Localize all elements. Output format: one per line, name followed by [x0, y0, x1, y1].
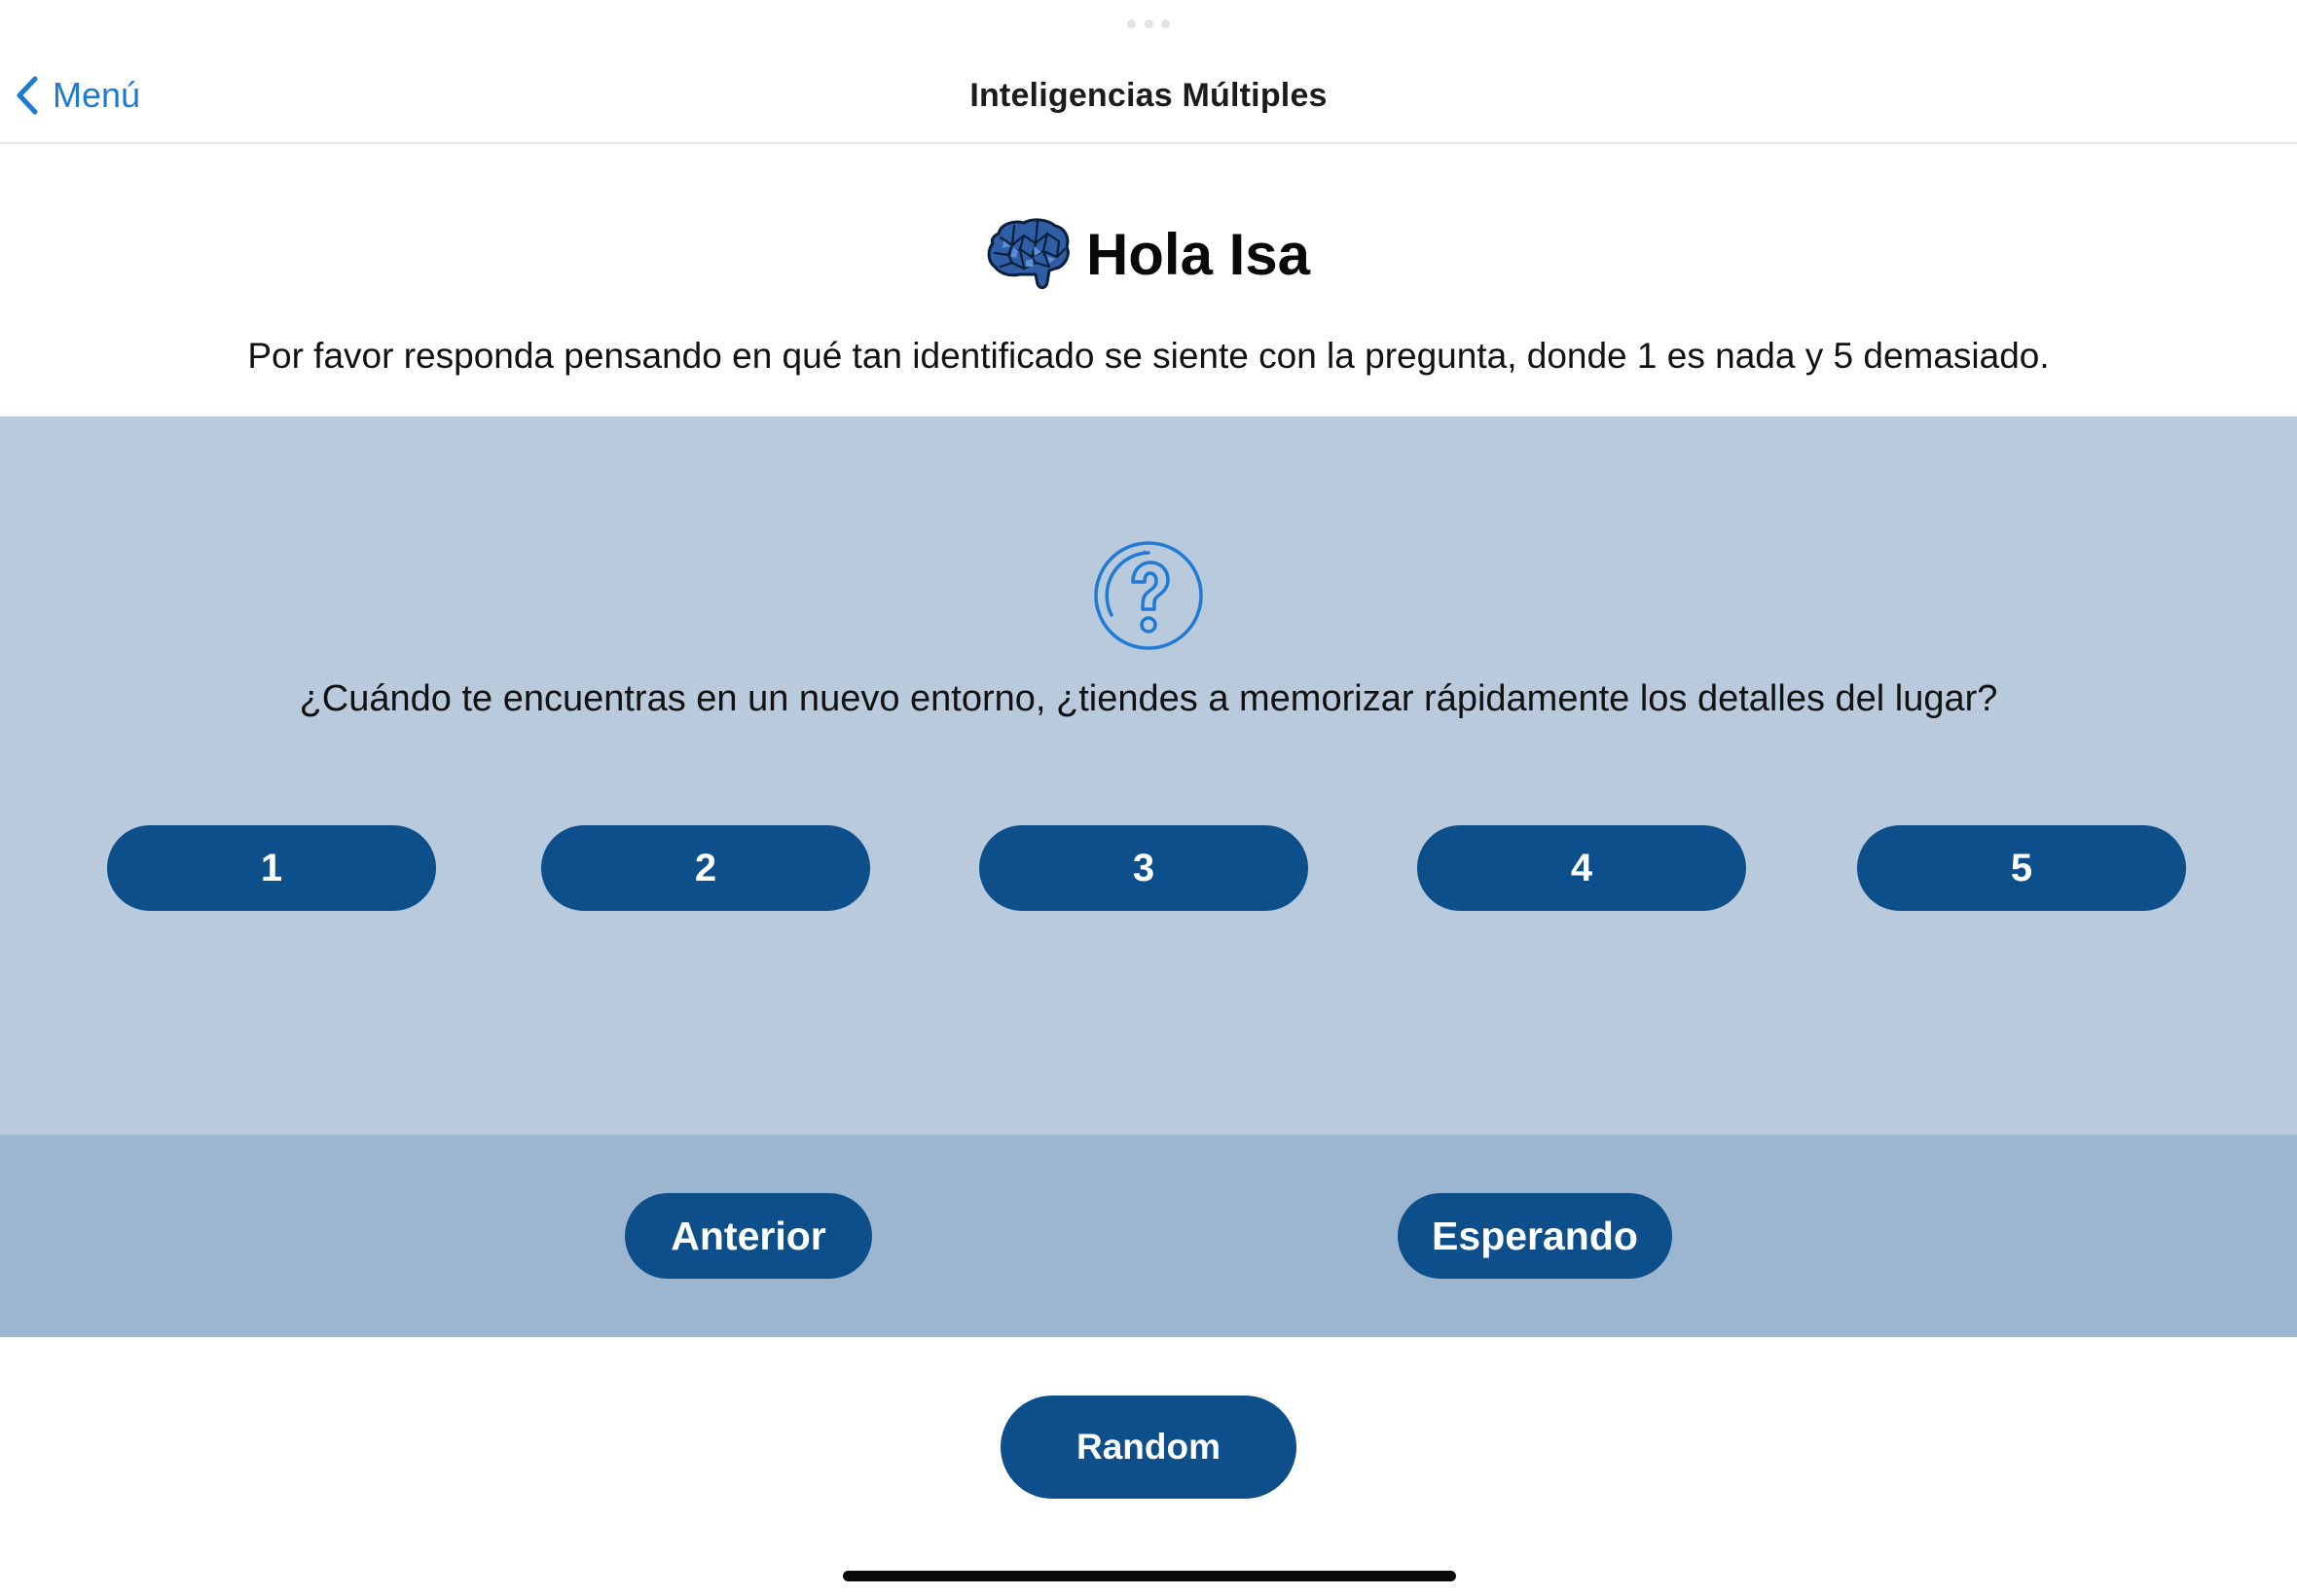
page-title: Inteligencias Múltiples — [969, 77, 1328, 114]
previous-button[interactable]: Anterior — [625, 1193, 872, 1279]
instructions-text: Por favor responda pensando en qué tan i… — [247, 336, 2050, 376]
rating-option-3[interactable]: 3 — [979, 825, 1308, 911]
random-button[interactable]: Random — [1001, 1396, 1296, 1499]
question-navigation-panel: Anterior Esperando — [0, 1135, 2297, 1337]
rating-option-1[interactable]: 1 — [107, 825, 436, 911]
rating-option-4[interactable]: 4 — [1417, 825, 1746, 911]
rating-option-5[interactable]: 5 — [1857, 825, 2186, 911]
greeting: Hola Isa — [0, 216, 2297, 292]
home-indicator[interactable] — [843, 1571, 1456, 1581]
brain-icon — [987, 218, 1070, 290]
navigation-bar: Menú Inteligencias Múltiples — [0, 0, 2297, 144]
rating-option-2[interactable]: 2 — [541, 825, 870, 911]
question-text: ¿Cuándo te encuentras en un nuevo entorn… — [299, 678, 1998, 719]
question-circle-icon — [1094, 541, 1203, 650]
greeting-title: Hola Isa — [1085, 221, 1311, 287]
next-button[interactable]: Esperando — [1398, 1193, 1672, 1279]
question-panel: ¿Cuándo te encuentras en un nuevo entorn… — [0, 417, 2297, 1135]
